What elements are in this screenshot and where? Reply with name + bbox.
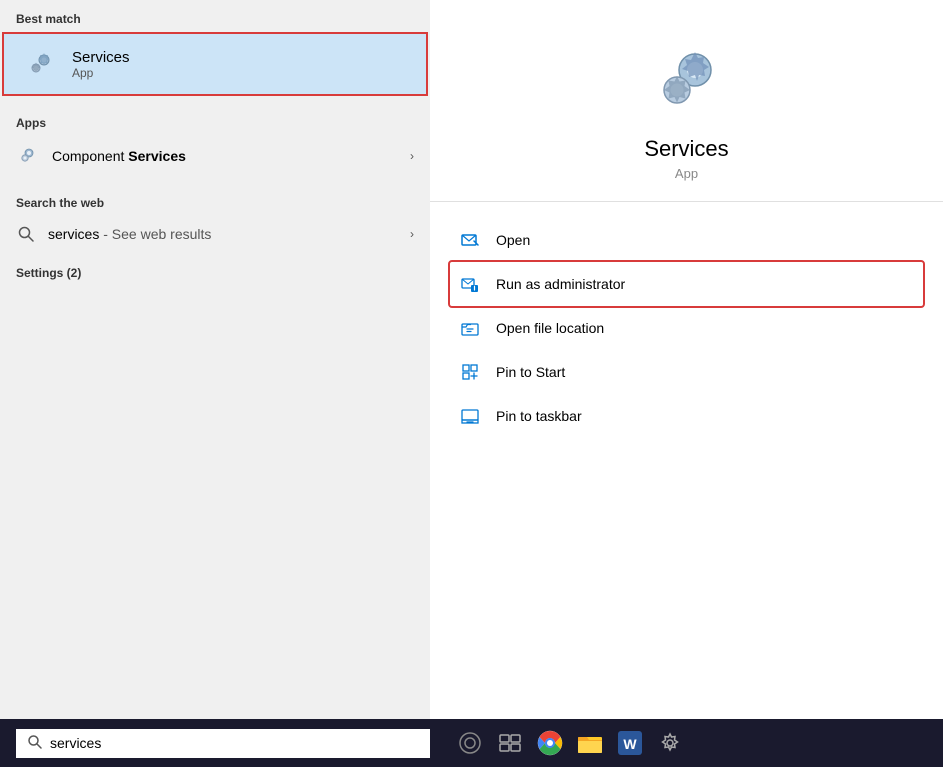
open-label: Open bbox=[496, 232, 530, 248]
right-panel: Services App Open bbox=[430, 0, 943, 719]
right-panel-subtitle: App bbox=[675, 166, 698, 181]
component-services-icon bbox=[16, 144, 40, 168]
pin-to-start-icon bbox=[458, 360, 482, 384]
settings-icon[interactable] bbox=[654, 727, 686, 759]
chevron-right-icon: › bbox=[410, 149, 414, 163]
open-action[interactable]: Open bbox=[450, 218, 923, 262]
open-file-location-label: Open file location bbox=[496, 320, 604, 336]
open-file-location-action[interactable]: Open file location bbox=[450, 306, 923, 350]
chrome-icon[interactable] bbox=[534, 727, 566, 759]
apps-section: Apps Component Services › bbox=[0, 104, 430, 176]
best-match-title: Services bbox=[72, 49, 130, 66]
taskbar-left: services bbox=[8, 729, 438, 758]
taskbar-right: W bbox=[438, 727, 935, 759]
taskbar-search-icon bbox=[28, 735, 42, 752]
settings-label: Settings (2) bbox=[0, 260, 430, 286]
divider bbox=[430, 201, 943, 202]
apps-label: Apps bbox=[0, 104, 430, 136]
right-content: Services App Open bbox=[430, 0, 943, 719]
action-list: Open Run as administrator bbox=[430, 218, 943, 438]
taskbar: services bbox=[0, 719, 943, 767]
settings-section: Settings (2) bbox=[0, 260, 430, 286]
search-panel: Best match Services App Apps bbox=[0, 0, 943, 719]
pin-to-taskbar-label: Pin to taskbar bbox=[496, 408, 582, 424]
services-app-icon bbox=[20, 44, 60, 84]
best-match-subtitle: App bbox=[72, 66, 130, 80]
web-label: Search the web bbox=[0, 184, 430, 216]
run-as-admin-label: Run as administrator bbox=[496, 276, 625, 292]
svg-text:W: W bbox=[623, 736, 637, 752]
component-services-label: Component Services bbox=[52, 148, 410, 164]
pin-to-taskbar-icon bbox=[458, 404, 482, 428]
best-match-item[interactable]: Services App bbox=[2, 32, 428, 96]
search-icon bbox=[16, 224, 36, 244]
run-as-admin-action[interactable]: Run as administrator bbox=[450, 262, 923, 306]
component-services-item[interactable]: Component Services › bbox=[0, 136, 430, 176]
pin-to-taskbar-action[interactable]: Pin to taskbar bbox=[450, 394, 923, 438]
open-icon bbox=[458, 228, 482, 252]
taskbar-search-bar[interactable]: services bbox=[16, 729, 430, 758]
open-file-location-icon bbox=[458, 316, 482, 340]
web-search-text: services - See web results bbox=[48, 226, 410, 242]
run-as-admin-icon bbox=[458, 272, 482, 296]
word-icon[interactable]: W bbox=[614, 727, 646, 759]
services-large-icon bbox=[647, 40, 727, 120]
web-chevron-icon: › bbox=[410, 227, 414, 241]
file-explorer-icon[interactable] bbox=[574, 727, 606, 759]
pin-to-start-label: Pin to Start bbox=[496, 364, 565, 380]
task-view-icon[interactable] bbox=[494, 727, 526, 759]
cortana-icon[interactable] bbox=[454, 727, 486, 759]
best-match-label: Best match bbox=[0, 0, 430, 32]
right-panel-title: Services bbox=[644, 136, 728, 162]
left-panel: Best match Services App Apps bbox=[0, 0, 430, 719]
best-match-text: Services App bbox=[72, 49, 130, 80]
web-search-item[interactable]: services - See web results › bbox=[0, 216, 430, 252]
pin-to-start-action[interactable]: Pin to Start bbox=[450, 350, 923, 394]
web-section: Search the web services - See web result… bbox=[0, 184, 430, 252]
taskbar-search-text: services bbox=[50, 735, 101, 751]
